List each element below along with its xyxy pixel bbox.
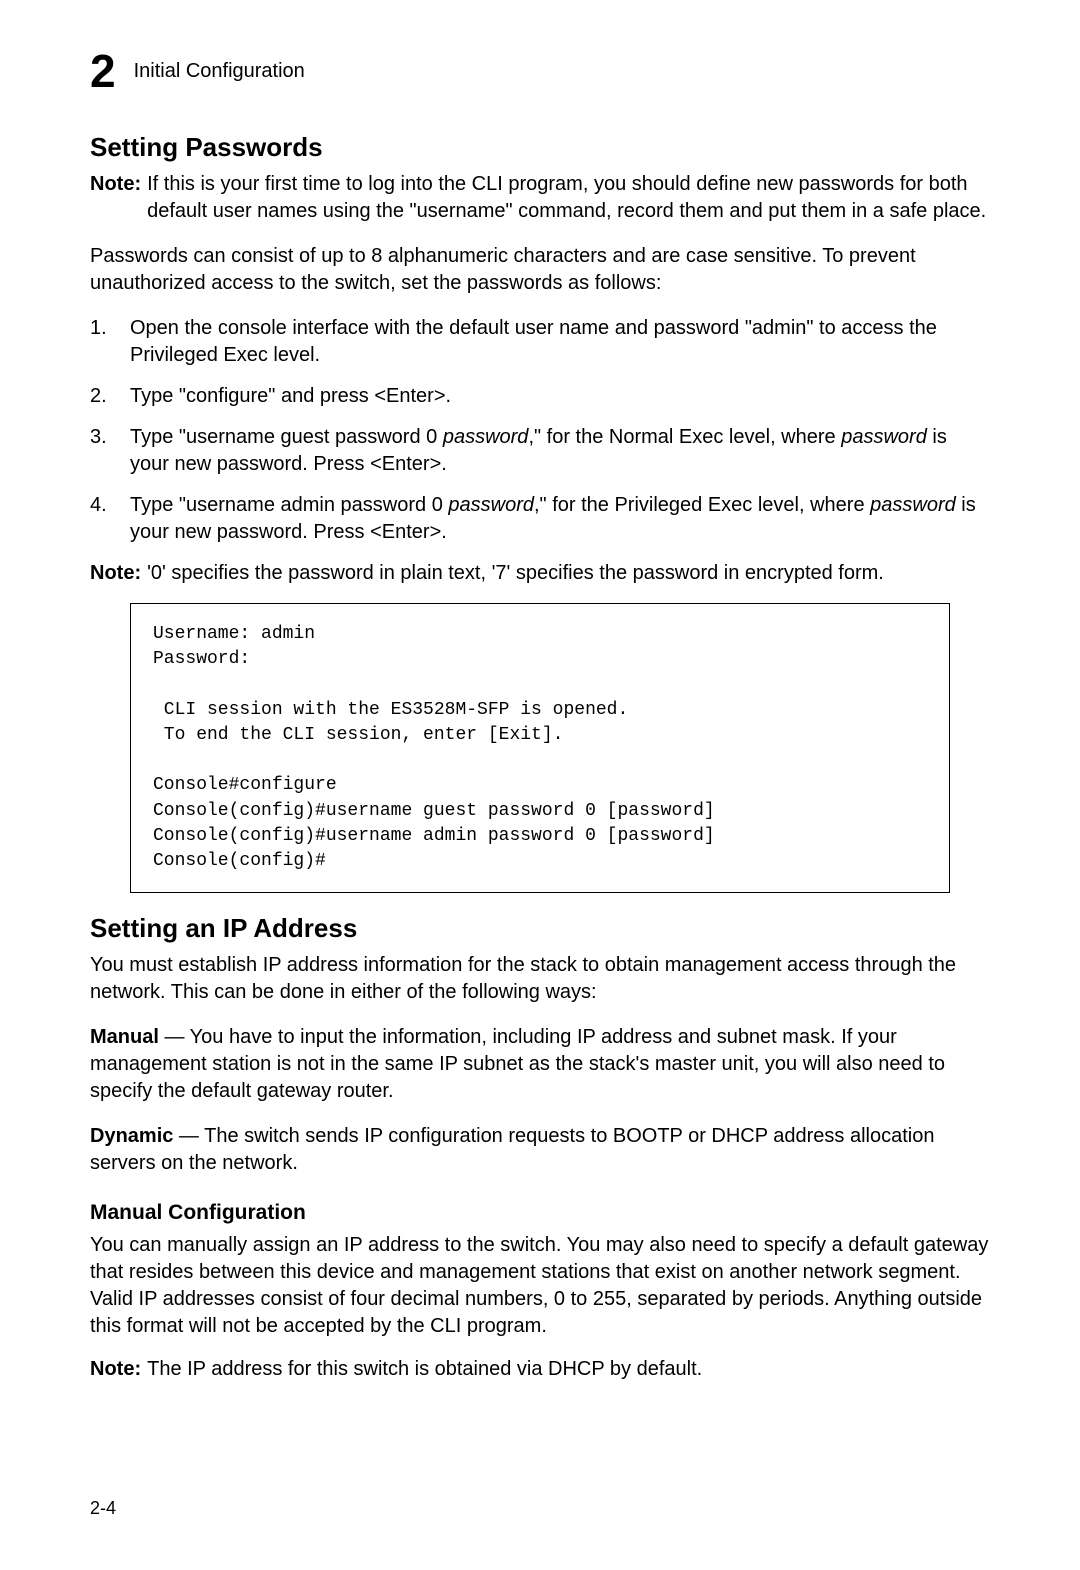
chapter-number: 2 [90, 40, 116, 102]
paragraph-manual-config: You can manually assign an IP address to… [90, 1232, 990, 1340]
step-number: 1. [90, 315, 108, 369]
paragraph-ip-intro: You must establish IP address informatio… [90, 952, 990, 1006]
password-steps: 1. Open the console interface with the d… [90, 315, 990, 546]
note-body: The IP address for this switch is obtain… [147, 1356, 702, 1383]
step-text: Open the console interface with the defa… [130, 315, 990, 369]
note-label: Note: [90, 1356, 141, 1383]
dynamic-text: — The switch sends IP configuration requ… [90, 1125, 935, 1174]
list-item: 4. Type "username admin password 0 passw… [90, 492, 990, 546]
manual-text: — You have to input the information, inc… [90, 1026, 945, 1102]
page-number: 2-4 [90, 1496, 116, 1520]
note-body: If this is your first time to log into t… [147, 171, 990, 225]
note-password-encoding: Note: '0' specifies the password in plai… [90, 560, 990, 587]
note-first-time: Note: If this is your first time to log … [90, 171, 990, 225]
list-item: 3. Type "username guest password 0 passw… [90, 424, 990, 478]
note-label: Note: [90, 560, 141, 587]
note-label: Note: [90, 171, 141, 225]
paragraph-dynamic: Dynamic — The switch sends IP configurat… [90, 1123, 990, 1177]
chapter-title: Initial Configuration [134, 58, 305, 85]
manual-label: Manual [90, 1026, 159, 1048]
step-text: Type "username admin password 0 password… [130, 492, 990, 546]
page-header: 2 Initial Configuration [90, 40, 990, 102]
step-text: Type "username guest password 0 password… [130, 424, 990, 478]
step-number: 4. [90, 492, 108, 546]
note-body: '0' specifies the password in plain text… [147, 560, 884, 587]
heading-setting-ip: Setting an IP Address [90, 911, 990, 946]
list-item: 2. Type "configure" and press <Enter>. [90, 383, 990, 410]
dynamic-label: Dynamic [90, 1125, 173, 1147]
paragraph-manual: Manual — You have to input the informati… [90, 1024, 990, 1105]
paragraph-password-rules: Passwords can consist of up to 8 alphanu… [90, 243, 990, 297]
step-text: Type "configure" and press <Enter>. [130, 383, 451, 410]
note-dhcp-default: Note: The IP address for this switch is … [90, 1356, 990, 1383]
step-number: 3. [90, 424, 108, 478]
step-number: 2. [90, 383, 108, 410]
cli-example: Username: admin Password: CLI session wi… [130, 603, 950, 893]
heading-manual-config: Manual Configuration [90, 1199, 990, 1227]
list-item: 1. Open the console interface with the d… [90, 315, 990, 369]
heading-setting-passwords: Setting Passwords [90, 130, 990, 165]
